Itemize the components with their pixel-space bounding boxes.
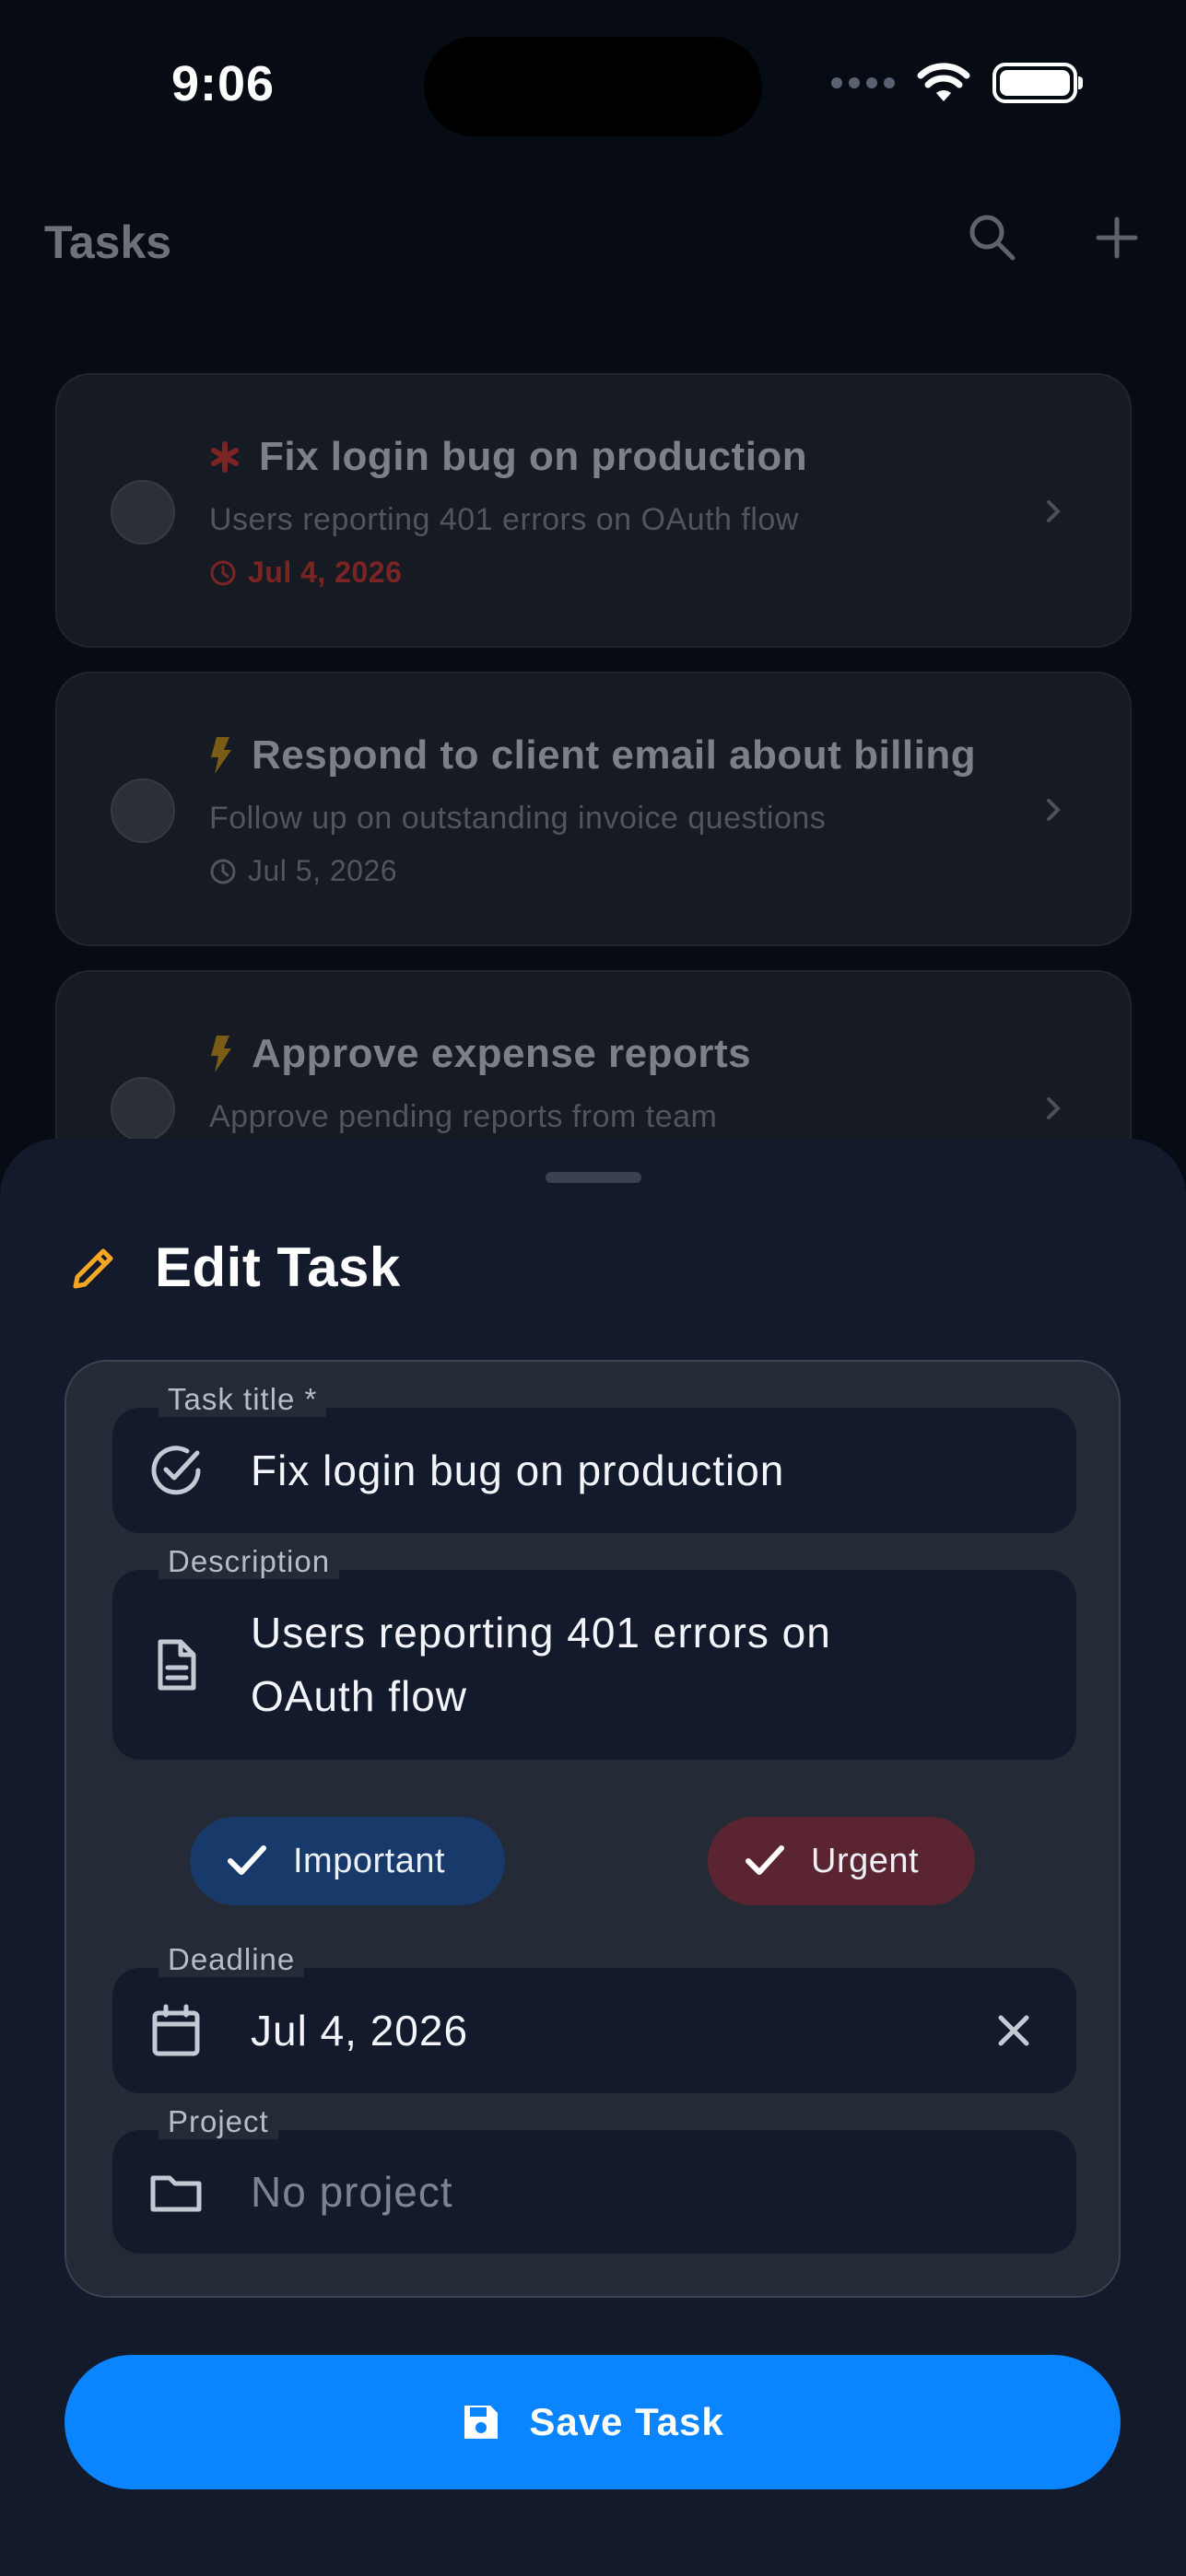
description-value-line1[interactable]: Users reporting 401 errors on	[251, 1601, 831, 1665]
task-card[interactable]: Fix login bug on production Users report…	[55, 373, 1132, 648]
folder-icon	[150, 2175, 202, 2212]
add-icon[interactable]	[1089, 210, 1145, 265]
deadline-label: Deadline	[159, 1942, 305, 1977]
task-title-value[interactable]: Fix login bug on production	[251, 1439, 784, 1503]
nav-bar: Tasks	[0, 203, 1186, 286]
important-label: Important	[293, 1841, 446, 1880]
description-field[interactable]: Description Users reporting 401 errors o…	[112, 1544, 1076, 1760]
save-task-label: Save Task	[529, 2400, 724, 2443]
sheet-header: Edit Task	[68, 1235, 401, 1299]
chevron-right-icon	[1047, 799, 1061, 821]
clock-icon	[210, 859, 236, 884]
save-task-button[interactable]: Save Task	[65, 2355, 1121, 2489]
project-label: Project	[159, 2104, 278, 2139]
task-title-label: Task title *	[159, 1382, 327, 1417]
deadline-value[interactable]: Jul 4, 2026	[251, 1999, 468, 2063]
task-title: Respond to client email about billing	[252, 732, 977, 778]
task-complete-toggle[interactable]	[111, 1077, 175, 1142]
status-time: 9:06	[171, 56, 276, 111]
task-complete-toggle[interactable]	[111, 480, 175, 544]
status-icons	[831, 63, 1083, 103]
sheet-grabber[interactable]	[546, 1172, 641, 1183]
task-title-field[interactable]: Task title * Fix login bug on production	[112, 1382, 1076, 1533]
task-title: Fix login bug on production	[259, 434, 808, 479]
document-icon	[158, 1639, 196, 1691]
sheet-title: Edit Task	[155, 1236, 401, 1298]
important-toggle[interactable]: Important	[190, 1817, 505, 1905]
dynamic-island	[424, 37, 762, 136]
pencil-icon	[73, 1248, 113, 1288]
clear-deadline-icon[interactable]	[993, 2010, 1034, 2051]
chevron-right-icon	[1047, 1097, 1061, 1119]
task-complete-toggle[interactable]	[111, 779, 175, 843]
task-title: Approve expense reports	[252, 1031, 752, 1076]
wifi-icon	[917, 63, 970, 101]
bolt-icon	[211, 1036, 231, 1072]
edit-form: Task title * Fix login bug on production…	[65, 1360, 1121, 2298]
clock-icon	[210, 560, 236, 585]
task-description: Follow up on outstanding invoice questio…	[209, 801, 827, 836]
description-value-line2[interactable]: OAuth flow	[251, 1665, 467, 1728]
floppy-disk-icon	[464, 2406, 499, 2439]
page-title: Tasks	[44, 217, 172, 268]
description-label: Description	[159, 1544, 340, 1579]
project-placeholder[interactable]: No project	[251, 2160, 453, 2224]
deadline-field[interactable]: Deadline Jul 4, 2026	[112, 1942, 1076, 2093]
asterisk-icon	[211, 441, 239, 473]
task-deadline: Jul 5, 2026	[248, 854, 398, 887]
project-field[interactable]: Project No project	[112, 2104, 1076, 2254]
status-bar: 9:06	[0, 0, 1186, 175]
checkmark-icon	[228, 1845, 266, 1875]
chevron-right-icon	[1047, 500, 1061, 522]
task-card[interactable]: Respond to client email about billing Fo…	[55, 672, 1132, 946]
check-circle-icon	[151, 1446, 201, 1495]
urgent-toggle[interactable]: Urgent	[708, 1817, 975, 1905]
search-icon[interactable]	[965, 210, 1020, 265]
checkmark-icon	[746, 1845, 784, 1875]
task-description: Users reporting 401 errors on OAuth flow	[209, 502, 799, 537]
task-deadline: Jul 4, 2026	[248, 556, 403, 589]
bolt-icon	[211, 737, 231, 774]
calendar-icon	[152, 2004, 200, 2056]
task-description: Approve pending reports from team	[209, 1099, 718, 1134]
urgent-label: Urgent	[811, 1841, 920, 1880]
battery-icon	[992, 63, 1083, 103]
edit-task-sheet: Edit Task Task title * Fix login bug on …	[0, 1139, 1186, 2576]
cellular-signal-icon	[831, 77, 895, 88]
